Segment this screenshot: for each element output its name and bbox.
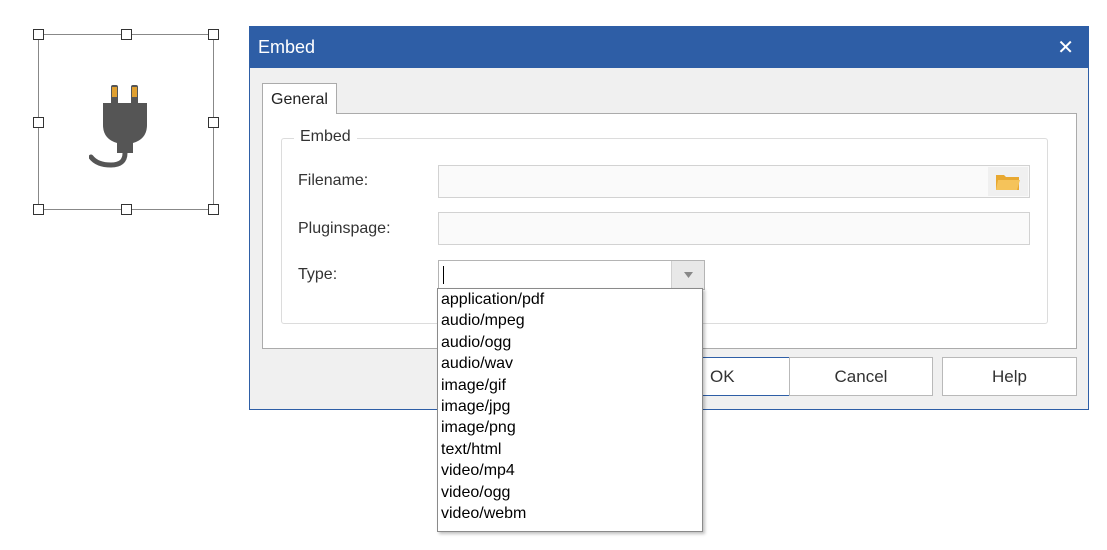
filename-field[interactable] (438, 165, 1030, 198)
close-icon[interactable]: ✕ (1057, 35, 1074, 60)
text-caret (443, 266, 444, 284)
browse-button[interactable] (988, 167, 1028, 196)
pluginspage-label: Pluginspage: (298, 220, 391, 237)
resize-handle-bottom[interactable] (121, 204, 132, 215)
type-option[interactable]: video/mp4 (438, 460, 702, 481)
resize-handle-top[interactable] (121, 29, 132, 40)
resize-handle-top-right[interactable] (208, 29, 219, 40)
type-dropdown-button[interactable] (671, 261, 704, 289)
cancel-button[interactable]: Cancel (789, 357, 933, 396)
type-option[interactable]: image/png (438, 417, 702, 438)
folder-icon (996, 174, 1020, 190)
type-option[interactable]: image/jpg (438, 396, 702, 417)
resize-handle-bottom-left[interactable] (33, 204, 44, 215)
type-option[interactable]: audio/ogg (438, 332, 702, 353)
type-option[interactable]: audio/mpeg (438, 310, 702, 331)
type-label: Type: (298, 266, 338, 283)
type-option[interactable]: video/webm (438, 503, 702, 524)
tab-general[interactable]: General (262, 83, 337, 114)
resize-handle-right[interactable] (208, 117, 219, 128)
type-option[interactable]: application/pdf (438, 289, 702, 310)
type-option[interactable]: video/ogg (438, 482, 702, 503)
chevron-down-icon (683, 272, 693, 278)
type-option[interactable]: text/html (438, 439, 702, 460)
group-title: Embed (294, 128, 357, 146)
dialog-titlebar[interactable]: Embed ✕ (250, 27, 1088, 68)
type-dropdown-list[interactable]: application/pdf audio/mpeg audio/ogg aud… (437, 288, 703, 532)
dialog-title: Embed (258, 37, 316, 57)
resize-handle-left[interactable] (33, 117, 44, 128)
resize-handle-bottom-right[interactable] (208, 204, 219, 215)
type-combobox[interactable] (438, 260, 705, 290)
resize-handle-top-left[interactable] (33, 29, 44, 40)
help-button[interactable]: Help (942, 357, 1077, 396)
plug-icon (89, 85, 147, 168)
type-option[interactable]: audio/wav (438, 353, 702, 374)
type-option[interactable]: image/gif (438, 375, 702, 396)
filename-label: Filename: (298, 172, 369, 189)
pluginspage-field[interactable] (438, 212, 1030, 245)
embed-object-frame[interactable] (33, 29, 219, 215)
